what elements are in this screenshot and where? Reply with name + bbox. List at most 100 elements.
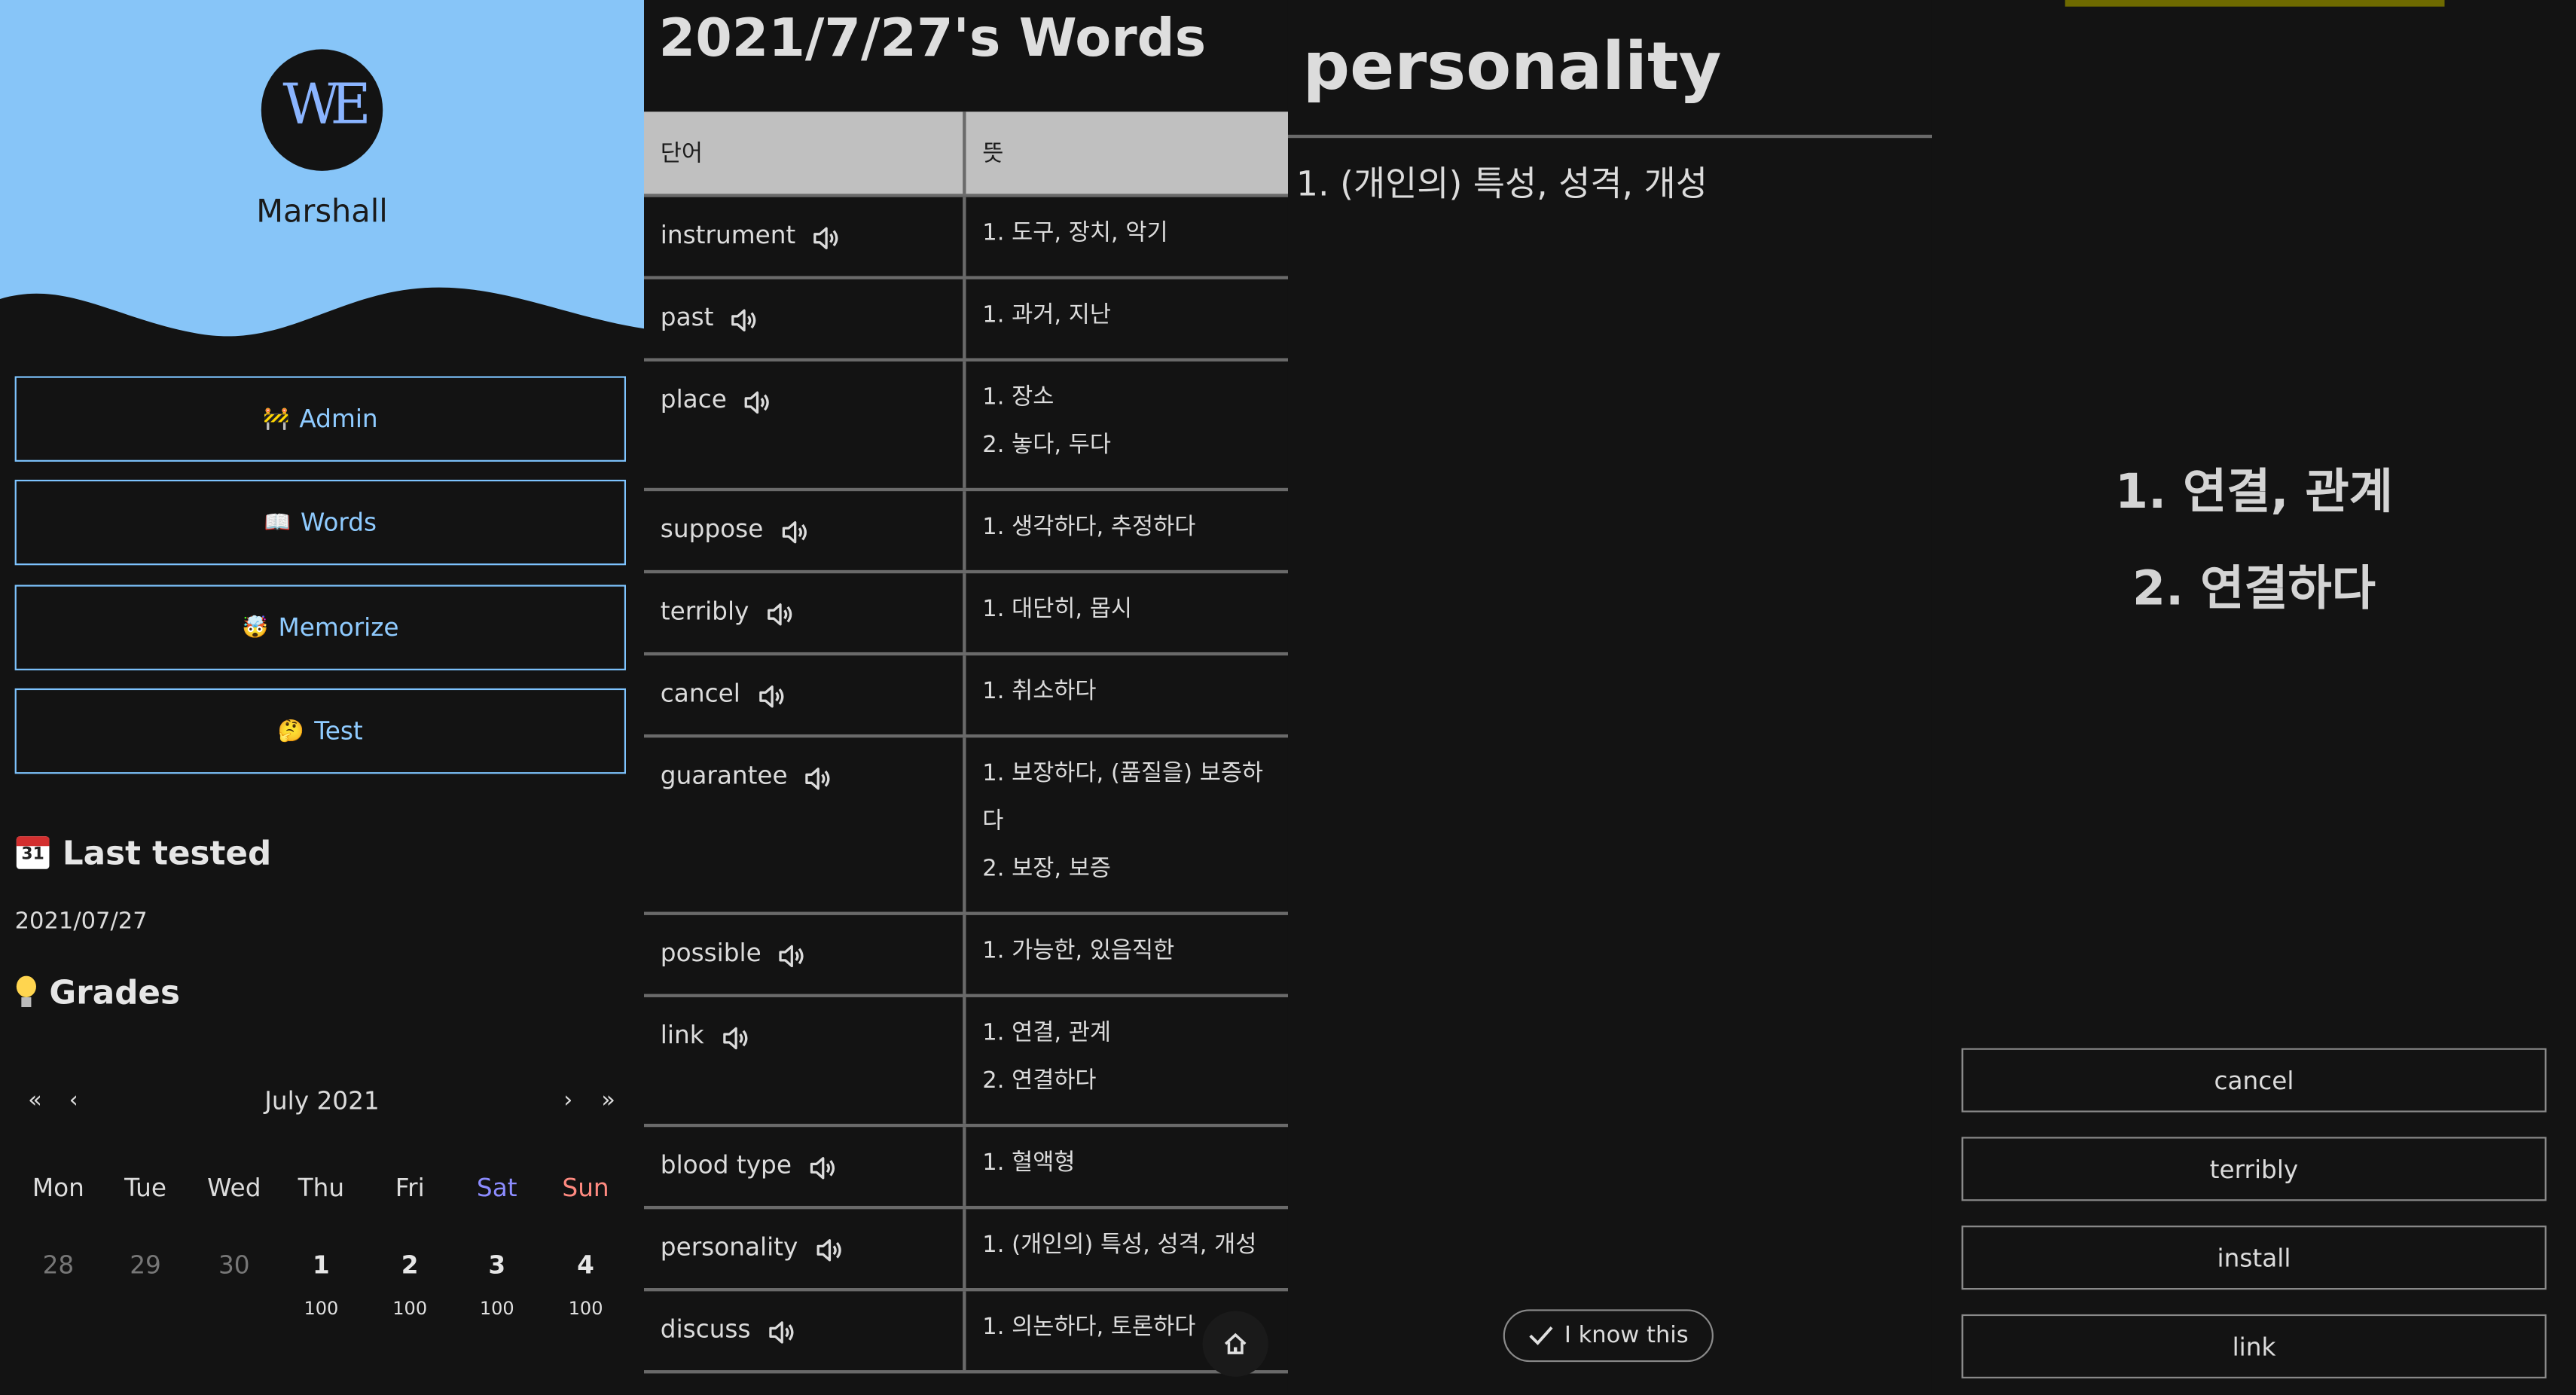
- calendar-day[interactable]: 29: [102, 1250, 189, 1280]
- i-know-this-button[interactable]: I know this: [1503, 1309, 1714, 1363]
- word-cell: suppose: [644, 491, 966, 570]
- test-button[interactable]: 🤔 Test: [14, 688, 627, 774]
- meaning-line: 1. 대단히, 몹시: [982, 596, 1133, 623]
- home-button[interactable]: [1202, 1311, 1268, 1377]
- speaker-icon[interactable]: [720, 1024, 749, 1053]
- checkmark-icon: [1529, 1326, 1553, 1345]
- speaker-icon[interactable]: [778, 942, 807, 971]
- meaning-line: 1. 보장하다, (품질을) 보증하: [982, 760, 1264, 787]
- speaker-icon[interactable]: [780, 517, 809, 547]
- speaker-icon[interactable]: [765, 600, 795, 629]
- word-cell: discuss: [644, 1291, 966, 1371]
- logo[interactable]: WE: [261, 49, 383, 171]
- calendar-next-month-button[interactable]: ›: [563, 1088, 572, 1114]
- divider: [1287, 134, 1932, 139]
- meaning-line: 2. 보장, 보증: [982, 856, 1111, 883]
- thinking-face-icon: 🤔: [277, 719, 305, 743]
- admin-button-label: Admin: [299, 404, 378, 434]
- test-panel: 1. 연결, 관계 2. 연결하다 cancel terribly instal…: [1931, 0, 2576, 1395]
- meaning-cell: 1. 생각하다, 추정하다: [966, 491, 1287, 570]
- table-row: link 1. 연결, 관계 2. 연결하다: [643, 997, 1288, 1128]
- word-text: terribly: [660, 596, 749, 627]
- day-grade: 100: [568, 1298, 603, 1320]
- word-cell: blood type: [644, 1127, 966, 1206]
- calendar-day[interactable]: 28: [15, 1250, 102, 1280]
- calendar-day[interactable]: 4: [542, 1250, 630, 1280]
- home-panel: WE Marshall 🚧 Admin 📖 Words 🤯 Memorize 🤔…: [0, 0, 644, 1395]
- word-cell: instrument: [644, 197, 966, 276]
- speaker-icon[interactable]: [730, 306, 759, 335]
- speaker-icon[interactable]: [812, 224, 841, 253]
- flashcard-word: personality: [1302, 29, 1722, 105]
- words-page-title: 2021/7/27's Words: [658, 6, 1207, 69]
- last-tested-heading: 31 Last tested: [16, 832, 272, 873]
- table-header-row: 단어 뜻: [643, 111, 1288, 197]
- answer-choice-button[interactable]: link: [1961, 1314, 2547, 1378]
- weekday-fri: Fri: [395, 1173, 425, 1203]
- book-icon: 📖: [264, 510, 291, 535]
- word-cell: personality: [644, 1209, 966, 1288]
- memorize-button-label: Memorize: [278, 612, 399, 643]
- meaning-cell: 1. 취소하다: [966, 655, 1287, 734]
- word-cell: terribly: [644, 573, 966, 652]
- home-icon: [1224, 1332, 1247, 1354]
- calendar-day[interactable]: 2: [366, 1250, 453, 1280]
- app-root: WE Marshall 🚧 Admin 📖 Words 🤯 Memorize 🤔…: [0, 0, 2576, 1395]
- word-text: blood type: [660, 1149, 792, 1180]
- answer-choice-button[interactable]: terribly: [1961, 1137, 2547, 1201]
- table-row: possible 1. 가능한, 있음직한: [643, 914, 1288, 997]
- calendar-next-year-button[interactable]: »: [601, 1088, 615, 1114]
- day-grade: 100: [392, 1298, 428, 1320]
- admin-button[interactable]: 🚧 Admin: [14, 376, 627, 462]
- speaker-icon[interactable]: [804, 764, 834, 793]
- table-row: discuss 1. 의논하다, 토론하다: [643, 1291, 1288, 1374]
- memorize-panel: personality 1. (개인의) 특성, 성격, 개성 I know t…: [1287, 0, 1932, 1395]
- speaker-icon[interactable]: [814, 1235, 844, 1265]
- last-tested-title: Last tested: [62, 832, 272, 873]
- flashcard-meaning: 1. (개인의) 특성, 성격, 개성: [1296, 164, 1708, 204]
- word-cell: possible: [644, 914, 966, 994]
- word-text: guarantee: [660, 760, 788, 791]
- speaker-icon[interactable]: [767, 1317, 796, 1347]
- meaning-line: 다: [982, 808, 1004, 835]
- answer-choice-button[interactable]: cancel: [1961, 1048, 2547, 1113]
- column-header-meaning: 뜻: [966, 111, 1288, 194]
- words-table: 단어 뜻 instrument 1. 도구, 장치, 악기 past 1. 과거, 지…: [643, 111, 1288, 1374]
- meaning-line: 1. 가능한, 있음직한: [982, 938, 1175, 965]
- word-text: cancel: [660, 678, 740, 709]
- i-know-this-label: I know this: [1564, 1322, 1689, 1349]
- calendar-day[interactable]: 1: [278, 1250, 365, 1280]
- meaning-line: 1. 취소하다: [982, 678, 1097, 705]
- word-text: place: [660, 384, 727, 414]
- words-button[interactable]: 📖 Words: [14, 479, 627, 566]
- speaker-icon[interactable]: [743, 388, 773, 417]
- meaning-line: 2. 놓다, 두다: [982, 432, 1111, 459]
- memorize-button[interactable]: 🤯 Memorize: [14, 585, 627, 670]
- meaning-cell: 1. 연결, 관계 2. 연결하다: [966, 997, 1287, 1124]
- calendar-day[interactable]: 30: [191, 1250, 278, 1280]
- word-cell: past: [644, 279, 966, 359]
- question-meaning: 2. 연결하다: [2132, 560, 2376, 616]
- weekday-thu: Thu: [298, 1173, 345, 1203]
- calendar-month-label[interactable]: July 2021: [0, 1086, 644, 1116]
- meaning-cell: 1. 가능한, 있음직한: [966, 915, 1287, 994]
- table-row: suppose 1. 생각하다, 추정하다: [643, 491, 1288, 574]
- table-row: terribly 1. 대단히, 몹시: [643, 573, 1288, 656]
- meaning-cell: 1. 보장하다, (품질을) 보증하다 2. 보장, 보증: [966, 737, 1287, 911]
- words-button-label: Words: [300, 507, 377, 538]
- answer-choice-button[interactable]: install: [1961, 1226, 2547, 1290]
- lightbulb-icon: [16, 975, 36, 1009]
- speaker-icon[interactable]: [808, 1153, 838, 1183]
- meaning-cell: 1. (개인의) 특성, 성격, 개성: [966, 1209, 1287, 1288]
- test-progress-bar: [2065, 0, 2445, 7]
- meaning-cell: 1. 혈액형: [966, 1127, 1287, 1206]
- speaker-icon[interactable]: [757, 682, 786, 711]
- calendar-day[interactable]: 3: [453, 1250, 541, 1280]
- username: Marshall: [256, 194, 388, 230]
- meaning-cell: 1. 대단히, 몹시: [966, 573, 1287, 652]
- construction-icon: 🚧: [262, 406, 290, 432]
- word-text: past: [660, 302, 714, 332]
- word-text: link: [660, 1020, 704, 1050]
- table-row: instrument 1. 도구, 장치, 악기: [643, 197, 1288, 279]
- word-cell: guarantee: [644, 737, 966, 912]
